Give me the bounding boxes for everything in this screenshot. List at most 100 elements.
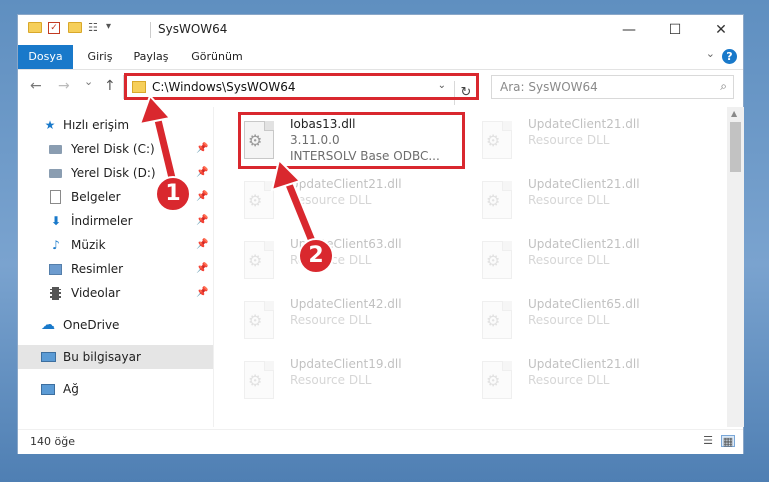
file-name: UpdateClient21.dll <box>290 177 402 191</box>
file-description: Resource DLL <box>290 193 372 207</box>
vertical-scrollbar[interactable]: ▲ <box>727 107 744 427</box>
search-icon: ⌕ <box>720 79 727 93</box>
search-box[interactable]: Ara: SysWOW64 ⌕ <box>491 75 734 99</box>
computer-icon <box>41 352 56 362</box>
file-item[interactable]: ⚙ UpdateClient21.dll Resource DLL <box>476 355 706 409</box>
sidebar-item-label: Resimler <box>71 262 124 276</box>
address-highlight-box <box>124 73 479 100</box>
gear-icon: ⚙ <box>486 251 501 270</box>
file-name: UpdateClient21.dll <box>528 357 640 371</box>
file-name: UpdateClient42.dll <box>290 297 402 311</box>
pin-icon[interactable]: 📌 <box>196 281 208 305</box>
file-name: UpdateClient21.dll <box>528 177 640 191</box>
file-description: Resource DLL <box>290 313 372 327</box>
help-icon[interactable]: ? <box>722 49 737 64</box>
gear-icon: ⚙ <box>248 251 263 270</box>
tab-giris[interactable]: Giriş <box>78 45 122 69</box>
sidebar-item-this-pc[interactable]: Bu bilgisayar <box>18 345 213 369</box>
back-button[interactable]: ← <box>30 78 42 94</box>
window-title: SysWOW64 <box>158 22 228 36</box>
sidebar-item-music[interactable]: ♪ Müzik 📌 <box>18 233 213 257</box>
scrollbar-thumb[interactable] <box>730 122 741 172</box>
pin-icon[interactable]: 📌 <box>196 209 208 233</box>
maximize-button[interactable]: ☐ <box>652 15 698 45</box>
drive-icon <box>49 169 62 178</box>
navigation-pane: ★ Hızlı erişim Yerel Disk (C:) 📌 Yerel D… <box>18 107 213 427</box>
gear-icon: ⚙ <box>486 371 501 390</box>
status-bar: 140 öğe ☰ ▦ <box>18 429 743 454</box>
pictures-icon <box>49 264 62 275</box>
pin-icon[interactable]: 📌 <box>196 137 208 161</box>
sidebar-item-onedrive[interactable]: ☁ OneDrive <box>18 313 213 337</box>
file-item[interactable]: ⚙ UpdateClient21.dll Resource DLL <box>476 175 706 229</box>
pin-icon[interactable]: 📌 <box>196 161 208 185</box>
pin-icon[interactable]: 📌 <box>196 233 208 257</box>
tab-paylas[interactable]: Paylaş <box>126 45 176 69</box>
network-icon <box>41 384 55 395</box>
music-icon: ♪ <box>52 238 60 252</box>
pin-icon[interactable]: 📌 <box>196 257 208 281</box>
pin-icon[interactable]: 📌 <box>196 185 208 209</box>
ribbon-tabs: Dosya Giriş Paylaş Görünüm ⌄ ? <box>18 45 743 70</box>
minimize-button[interactable]: — <box>606 15 652 45</box>
sidebar-item-label: Yerel Disk (D:) <box>71 166 156 180</box>
properties-icon[interactable]: ✓ <box>48 22 60 34</box>
drive-icon <box>49 145 62 154</box>
star-icon: ★ <box>44 118 56 132</box>
file-name: UpdateClient21.dll <box>528 237 640 251</box>
title-separator <box>150 22 151 38</box>
videos-icon <box>50 287 61 300</box>
gear-icon: ⚙ <box>248 371 263 390</box>
item-count: 140 öğe <box>30 435 75 448</box>
search-input[interactable]: Ara: SysWOW64 <box>500 80 598 94</box>
file-item[interactable]: ⚙ UpdateClient21.dll Resource DLL <box>238 175 468 229</box>
file-item[interactable]: ⚙ UpdateClient42.dll Resource DLL <box>238 295 468 349</box>
sidebar-item-label: Ağ <box>63 382 79 396</box>
large-icons-view-icon[interactable]: ▦ <box>721 435 735 448</box>
gear-icon: ⚙ <box>486 191 501 210</box>
file-description: Resource DLL <box>528 133 610 147</box>
scroll-up-icon[interactable]: ▲ <box>731 109 737 118</box>
gear-icon: ⚙ <box>248 191 263 210</box>
close-button[interactable]: ✕ <box>698 15 744 45</box>
file-name: UpdateClient65.dll <box>528 297 640 311</box>
sidebar-item-label: Hızlı erişim <box>63 118 130 132</box>
collapse-ribbon-icon[interactable]: ⌄ <box>706 47 715 60</box>
gear-icon: ⚙ <box>486 131 501 150</box>
tab-dosya[interactable]: Dosya <box>18 45 73 69</box>
callout-1: 1 <box>155 176 191 212</box>
forward-button[interactable]: → <box>58 78 70 94</box>
sidebar-item-quick-access[interactable]: ★ Hızlı erişim <box>18 113 213 137</box>
view-options-icon[interactable]: ☷ <box>88 21 98 34</box>
callout-2: 2 <box>298 238 334 274</box>
gear-icon: ⚙ <box>248 311 263 330</box>
gear-icon: ⚙ <box>486 311 501 330</box>
file-description: Resource DLL <box>290 373 372 387</box>
sidebar-item-pictures[interactable]: Resimler 📌 <box>18 257 213 281</box>
file-item[interactable]: ⚙ UpdateClient21.dll Resource DLL <box>476 115 706 169</box>
file-item[interactable]: ⚙ UpdateClient21.dll Resource DLL <box>476 235 706 289</box>
sidebar-item-videos[interactable]: Videolar 📌 <box>18 281 213 305</box>
sidebar-item-network[interactable]: Ağ <box>18 377 213 401</box>
sidebar-item-label: Belgeler <box>71 190 121 204</box>
file-description: Resource DLL <box>528 313 610 327</box>
file-description: Resource DLL <box>528 193 610 207</box>
customize-toolbar-icon[interactable]: ▾ <box>106 21 111 32</box>
tab-gorunum[interactable]: Görünüm <box>184 45 250 69</box>
sidebar-item-label: Müzik <box>71 238 106 252</box>
sidebar-item-label: İndirmeler <box>71 214 133 228</box>
sidebar-item-label: Videolar <box>71 286 121 300</box>
details-view-icon[interactable]: ☰ <box>701 435 715 447</box>
recent-locations-button[interactable]: ⌄ <box>84 75 93 88</box>
folder-icon <box>28 22 42 33</box>
file-item[interactable]: ⚙ UpdateClient63.dll Resource DLL <box>238 235 468 289</box>
new-folder-icon[interactable] <box>68 22 82 33</box>
explorer-window: ✓ ☷ ▾ SysWOW64 — ☐ ✕ Dosya Giriş Paylaş … <box>17 14 744 454</box>
sidebar-item-disk-c[interactable]: Yerel Disk (C:) 📌 <box>18 137 213 161</box>
up-button[interactable]: ↑ <box>104 78 116 94</box>
sidebar-item-label: OneDrive <box>63 318 120 332</box>
file-item[interactable]: ⚙ UpdateClient19.dll Resource DLL <box>238 355 468 409</box>
title-bar: ✓ ☷ ▾ SysWOW64 — ☐ ✕ <box>18 15 743 45</box>
file-item[interactable]: ⚙ UpdateClient65.dll Resource DLL <box>476 295 706 349</box>
sidebar-item-downloads[interactable]: ⬇ İndirmeler 📌 <box>18 209 213 233</box>
